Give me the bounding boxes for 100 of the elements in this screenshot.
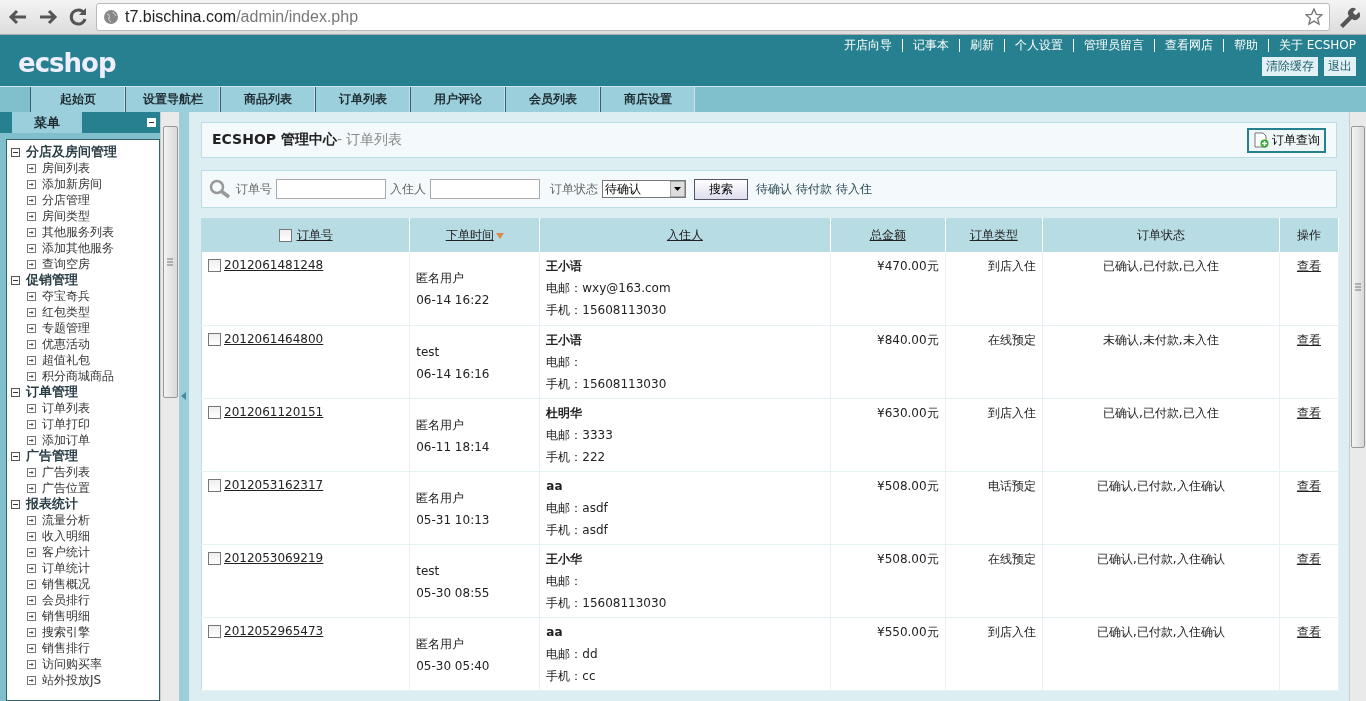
- menu-item[interactable]: 会员排行: [42, 592, 90, 608]
- menu-item[interactable]: 订单统计: [42, 560, 90, 576]
- menu-group[interactable]: 分店及房间管理: [11, 144, 159, 160]
- order-link[interactable]: 2012053162317: [224, 477, 324, 492]
- column-header[interactable]: 订单类型: [945, 218, 1043, 252]
- select-all-checkbox[interactable]: [278, 228, 292, 242]
- menu-item[interactable]: 专题管理: [42, 320, 90, 336]
- menu-item[interactable]: 添加其他服务: [42, 240, 114, 256]
- field-label: 订单号: [236, 180, 272, 198]
- menu-group[interactable]: 广告管理: [11, 448, 159, 464]
- filter-link[interactable]: 待确认: [756, 180, 792, 198]
- nav-tab[interactable]: 商店设置: [600, 87, 695, 112]
- minus-box-icon[interactable]: [11, 387, 20, 397]
- menu-item[interactable]: 添加新房间: [42, 176, 102, 192]
- header-button[interactable]: 退出: [1324, 57, 1356, 76]
- row-checkbox[interactable]: [208, 332, 221, 346]
- header-link[interactable]: 刷新: [958, 39, 1004, 52]
- minus-box-icon[interactable]: [11, 451, 20, 461]
- header-link[interactable]: 个人设置: [1003, 39, 1073, 52]
- menu-item[interactable]: 广告位置: [42, 480, 90, 496]
- nav-tab[interactable]: 设置导航栏: [125, 87, 220, 112]
- input-field[interactable]: [430, 179, 540, 199]
- address-bar[interactable]: t7.bischina.com/admin/index.php: [96, 3, 1330, 31]
- sidebar-scrollbar[interactable]: [160, 112, 179, 701]
- row-checkbox[interactable]: [208, 259, 221, 272]
- header-link[interactable]: 管理员留言: [1072, 39, 1154, 52]
- nav-tab[interactable]: 用户评论: [410, 87, 505, 112]
- header-link[interactable]: 帮助: [1222, 39, 1268, 52]
- menu-item[interactable]: 搜索引擎: [42, 624, 90, 640]
- view-link[interactable]: 查看: [1296, 551, 1321, 566]
- row-checkbox[interactable]: [208, 624, 221, 638]
- view-link[interactable]: 查看: [1296, 624, 1321, 639]
- left-arrow-icon[interactable]: [181, 392, 187, 400]
- column-header[interactable]: 下单时间: [409, 218, 540, 252]
- menu-item[interactable]: 积分商城商品: [42, 368, 114, 384]
- order-link[interactable]: 2012061481248: [224, 258, 324, 272]
- page-scrollbar[interactable]: [1349, 112, 1366, 701]
- nav-tab[interactable]: 会员列表: [505, 87, 600, 112]
- column-header[interactable]: 入住人: [539, 218, 831, 252]
- order-link[interactable]: 2012052965473: [224, 623, 324, 638]
- status-dropdown[interactable]: 待确认: [602, 180, 686, 198]
- nav-tab[interactable]: 商品列表: [220, 87, 315, 112]
- minus-box-icon[interactable]: [11, 499, 20, 509]
- menu-item[interactable]: 红包类型: [42, 304, 90, 320]
- filter-link[interactable]: 待入住: [836, 180, 872, 198]
- menu-item[interactable]: 其他服务列表: [42, 224, 114, 240]
- menu-item[interactable]: 收入明细: [42, 528, 90, 544]
- guest-name: 王小语: [546, 258, 584, 274]
- menu-item[interactable]: 访问购买率: [42, 656, 102, 672]
- menu-item[interactable]: 客户统计: [42, 544, 90, 560]
- menu-item[interactable]: 销售概况: [42, 576, 90, 592]
- order-amount: ¥630.00元: [877, 405, 939, 420]
- view-link[interactable]: 查看: [1296, 332, 1321, 347]
- menu-item[interactable]: 超值礼包: [42, 352, 90, 368]
- order-link[interactable]: 2012053069219: [224, 550, 324, 565]
- minus-box-icon[interactable]: [11, 147, 20, 157]
- menu-item[interactable]: 广告列表: [42, 464, 90, 480]
- menu-item[interactable]: 房间类型: [42, 208, 90, 224]
- nav-tab[interactable]: 起始页: [30, 87, 125, 112]
- row-checkbox[interactable]: [208, 478, 221, 492]
- menu-item[interactable]: 站外投放JS: [42, 672, 102, 688]
- menu-item[interactable]: 订单列表: [42, 400, 90, 416]
- row-checkbox[interactable]: [208, 405, 221, 419]
- menu-item[interactable]: 销售排行: [42, 640, 90, 656]
- menu-item[interactable]: 夺宝奇兵: [42, 288, 90, 304]
- order-amount: ¥508.00元: [877, 478, 939, 493]
- order-link[interactable]: 2012061464800: [224, 331, 324, 346]
- star-icon[interactable]: [1305, 8, 1323, 26]
- nav-tab[interactable]: 订单列表: [315, 87, 410, 112]
- header-link[interactable]: 关于 ECSHOP: [1267, 39, 1356, 52]
- menu-group[interactable]: 订单管理: [11, 384, 159, 400]
- search-button[interactable]: 搜索: [694, 178, 748, 200]
- row-checkbox[interactable]: [208, 551, 221, 565]
- menu-item[interactable]: 添加订单: [42, 432, 90, 448]
- order-link[interactable]: 2012061120151: [224, 404, 324, 419]
- menu-group[interactable]: 报表统计: [11, 496, 159, 512]
- menu-item[interactable]: 优惠活动: [42, 336, 90, 352]
- menu-item[interactable]: 房间列表: [42, 160, 90, 176]
- column-header[interactable]: 订单号: [201, 218, 410, 252]
- header-link[interactable]: 查看网店: [1153, 39, 1223, 52]
- filter-link[interactable]: 待付款: [796, 180, 832, 198]
- scroll-thumb[interactable]: [162, 126, 178, 398]
- order-query-button[interactable]: 订单查询: [1247, 127, 1326, 153]
- view-link[interactable]: 查看: [1296, 259, 1321, 273]
- input-field[interactable]: [276, 179, 386, 199]
- column-header[interactable]: 总金额: [830, 218, 946, 252]
- view-link[interactable]: 查看: [1296, 405, 1321, 420]
- menu-item[interactable]: 销售明细: [42, 608, 90, 624]
- menu-item[interactable]: 流量分析: [42, 512, 90, 528]
- menu-item[interactable]: 查询空房: [42, 256, 90, 272]
- scroll-thumb[interactable]: [1351, 126, 1365, 448]
- order-status: 已确认,已付款,已入住: [1103, 405, 1219, 420]
- header-link[interactable]: 开店向导: [833, 39, 902, 52]
- minus-box-icon[interactable]: [11, 275, 20, 285]
- menu-group[interactable]: 促销管理: [11, 272, 159, 288]
- menu-item[interactable]: 订单打印: [42, 416, 90, 432]
- menu-item[interactable]: 分店管理: [42, 192, 90, 208]
- view-link[interactable]: 查看: [1296, 478, 1321, 493]
- header-link[interactable]: 记事本: [901, 39, 959, 52]
- header-button[interactable]: 清除缓存: [1262, 57, 1318, 76]
